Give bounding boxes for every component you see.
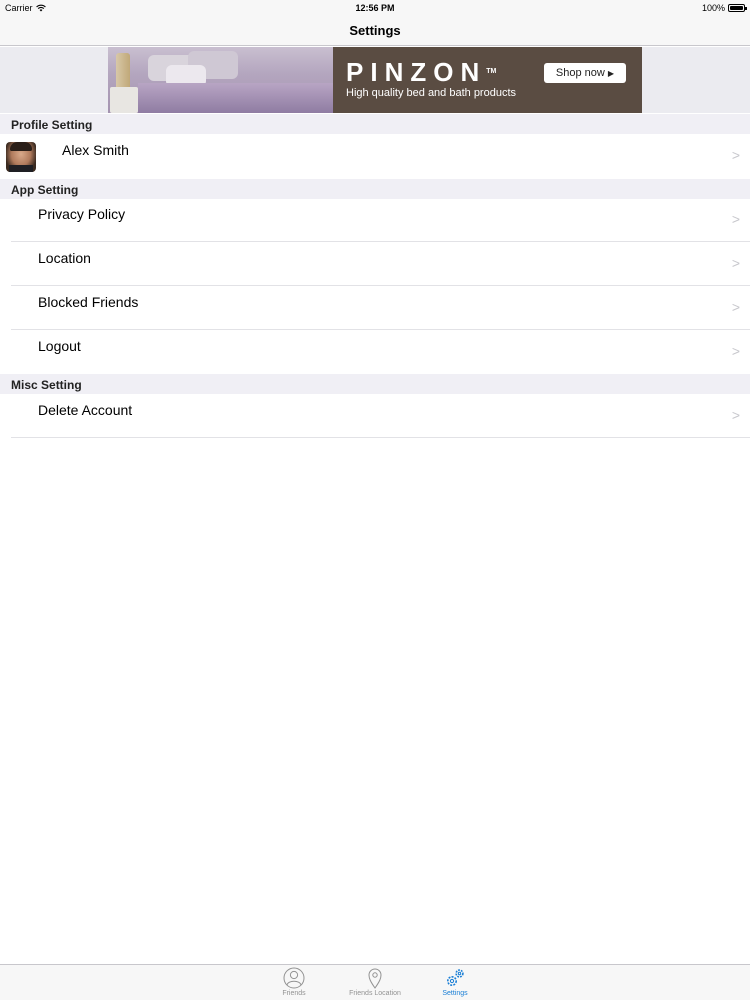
section-title: App Setting xyxy=(11,183,79,197)
settings-item-label: Blocked Friends xyxy=(38,294,139,310)
ad-area: PINZONTM High quality bed and bath produ… xyxy=(0,47,750,113)
settings-item-logout[interactable]: Logout > xyxy=(0,330,750,374)
battery-icon xyxy=(728,4,747,12)
settings-item-delete-account[interactable]: Delete Account > xyxy=(0,394,750,438)
tab-bar: Friends Friends Location Settings xyxy=(0,964,750,1000)
ad-brand-logo: PINZONTM xyxy=(346,59,496,85)
clock: 12:56 PM xyxy=(355,3,395,13)
tab-label: Friends Location xyxy=(349,990,401,997)
section-header-profile: Profile Setting xyxy=(0,114,750,134)
section-title: Misc Setting xyxy=(11,378,82,392)
profile-name: Alex Smith xyxy=(62,142,129,158)
battery-indicator: 100% xyxy=(701,3,747,13)
ad-bedroom-image xyxy=(108,47,333,113)
settings-item-label: Privacy Policy xyxy=(38,206,126,222)
ad-nightstand-shape xyxy=(110,87,138,113)
location-pin-icon xyxy=(368,968,382,989)
battery-fill xyxy=(730,6,743,10)
tab-settings[interactable]: Settings xyxy=(415,965,495,1000)
ad-banner[interactable]: PINZONTM High quality bed and bath produ… xyxy=(108,47,642,113)
tab-label: Friends xyxy=(282,990,306,997)
shop-now-label: Shop now xyxy=(555,67,605,79)
avatar xyxy=(6,142,36,172)
settings-item-privacy-policy[interactable]: Privacy Policy > xyxy=(0,199,750,242)
ad-tagline: High quality bed and bath products xyxy=(346,87,517,99)
settings-item-label: Logout xyxy=(38,338,81,354)
tab-friends[interactable]: Friends xyxy=(254,965,334,1000)
chevron-right-icon: > xyxy=(731,255,740,271)
battery-percent: 100% xyxy=(701,3,725,13)
chevron-right-icon: > xyxy=(731,343,740,359)
section-header-app: App Setting xyxy=(0,179,750,199)
section-title: Profile Setting xyxy=(11,118,93,132)
chevron-right-icon: > xyxy=(731,147,740,163)
gears-icon xyxy=(447,969,464,986)
settings-item-blocked-friends[interactable]: Blocked Friends > xyxy=(0,286,750,330)
ad-brand-name: PINZON xyxy=(346,57,487,87)
tab-label: Settings xyxy=(442,990,468,997)
settings-item-location[interactable]: Location > xyxy=(0,242,750,286)
settings-item-label: Location xyxy=(38,250,91,266)
section-header-misc: Misc Setting xyxy=(0,374,750,394)
chevron-right-icon: > xyxy=(731,299,740,315)
person-icon xyxy=(283,967,305,989)
ad-trademark: TM xyxy=(486,68,497,75)
status-bar: Carrier 12:56 PM 100% xyxy=(0,0,750,16)
tab-friends-location[interactable]: Friends Location xyxy=(335,965,415,1000)
ad-bed-shape xyxy=(138,83,333,113)
navigation-bar: Settings xyxy=(0,16,750,46)
chevron-right-icon: > xyxy=(731,211,740,227)
row-divider xyxy=(11,437,750,438)
play-triangle-icon: ▶ xyxy=(607,69,615,78)
settings-item-label: Delete Account xyxy=(38,402,133,418)
chevron-right-icon: > xyxy=(731,407,740,423)
profile-row[interactable]: Alex Smith > xyxy=(0,134,750,179)
page-title: Settings xyxy=(349,23,401,38)
shop-now-button[interactable]: Shop now ▶ xyxy=(544,63,626,83)
